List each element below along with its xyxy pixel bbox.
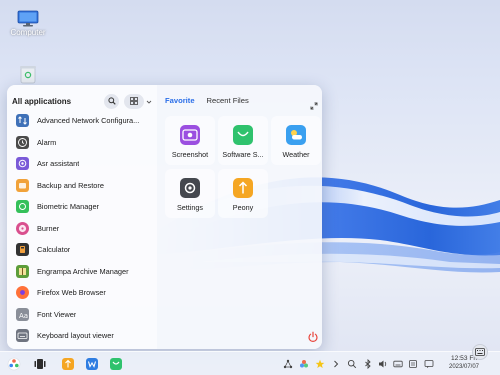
app-list-item-label: Burner <box>37 223 60 233</box>
start-button[interactable] <box>6 356 22 372</box>
clipboard-tray-icon[interactable] <box>408 359 418 369</box>
app-list-item-label: Keyboard layout viewer <box>37 331 114 340</box>
favorite-tile-label: Screenshot <box>171 150 209 159</box>
favorite-tile-label: Peony <box>232 203 254 212</box>
wps-taskbar-button[interactable] <box>84 356 100 372</box>
archive-icon <box>16 264 29 278</box>
asr-icon <box>16 157 29 170</box>
app-list-item[interactable]: Aa Font Viewer <box>11 305 153 324</box>
app-list-item[interactable]: Firefox Web Browser <box>11 283 153 302</box>
app-list-item[interactable]: Alarm <box>11 133 153 152</box>
software-store-icon <box>233 125 253 145</box>
app-list-item[interactable]: Advanced Network Configura... <box>11 111 153 130</box>
volume-tray-icon[interactable] <box>378 359 388 369</box>
screenshot-icon <box>180 125 200 145</box>
notification-tray-icon[interactable] <box>424 359 434 369</box>
app-list-item-label: Alarm <box>37 137 57 147</box>
settings-icon <box>180 178 200 198</box>
virtual-keyboard-button[interactable] <box>472 344 488 360</box>
app-list-item[interactable]: Burner <box>11 219 153 238</box>
chevron-down-icon[interactable] <box>146 92 152 110</box>
firefox-icon <box>16 286 29 299</box>
power-button[interactable] <box>307 330 319 342</box>
trash-icon <box>19 64 37 84</box>
color-tray-icon[interactable] <box>299 359 309 369</box>
alarm-icon <box>16 135 29 149</box>
tab-recent-files[interactable]: Recent Files <box>207 96 249 105</box>
app-list-item[interactable]: Asr assistant <box>11 154 153 173</box>
wps-icon <box>86 358 98 370</box>
burner-icon <box>16 221 29 235</box>
favorite-tile[interactable]: Software S... <box>218 116 268 165</box>
software-store-icon <box>110 358 122 370</box>
app-list-item-label: Backup and Restore <box>37 180 104 190</box>
computer-icon <box>17 10 39 27</box>
start-menu: All applications Advanced Network Config… <box>7 85 322 349</box>
app-list-item[interactable]: Engrampa Archive Manager <box>11 262 153 281</box>
app-list-item[interactable]: Keyboard layout viewer <box>11 326 153 345</box>
app-list-item-label: Firefox Web Browser <box>37 288 106 297</box>
expand-icon[interactable] <box>310 97 318 115</box>
app-list-panel: All applications Advanced Network Config… <box>7 85 157 349</box>
weather-icon <box>286 125 306 145</box>
desktop-icon-trash[interactable] <box>0 64 56 84</box>
font-icon: Aa <box>16 307 29 321</box>
keyboard-tray-icon[interactable] <box>393 359 403 369</box>
svg-text:Aa: Aa <box>19 312 28 320</box>
grid-icon <box>130 97 138 105</box>
app-list-item-label: Font Viewer <box>37 309 77 319</box>
app-list-item[interactable]: Biometric Manager <box>11 197 153 216</box>
software-store-taskbar-button[interactable] <box>108 356 124 372</box>
favorite-tile[interactable]: Settings <box>165 169 215 218</box>
chevron-right-icon[interactable] <box>331 359 341 369</box>
search-tray-icon[interactable] <box>347 359 357 369</box>
favorite-tile[interactable]: Peony <box>218 169 268 218</box>
app-list-header: All applications <box>12 93 152 109</box>
app-list-item[interactable]: Calculator <box>11 240 153 259</box>
peony-icon <box>62 358 74 370</box>
multitask-icon <box>34 359 46 369</box>
keyboard-icon <box>475 348 485 356</box>
app-list-item-label: Asr assistant <box>37 159 80 168</box>
peony-icon <box>233 178 253 198</box>
search-icon <box>107 97 116 105</box>
app-list-item[interactable]: Backup and Restore <box>11 176 153 195</box>
search-button[interactable] <box>104 93 119 109</box>
view-mode-button[interactable] <box>124 93 144 109</box>
star-tray-icon[interactable] <box>315 359 325 369</box>
calculator-icon <box>16 243 29 256</box>
desktop-icon-computer[interactable]: Computer <box>0 10 56 37</box>
favorite-tile-label: Weather <box>282 150 310 159</box>
favorite-tile-label: Software S... <box>222 150 264 159</box>
app-list-item-label: Engrampa Archive Manager <box>37 266 129 276</box>
favorites-tabs: Favorite Recent Files <box>165 96 261 105</box>
backup-icon <box>16 178 29 192</box>
keyboard-icon <box>16 329 29 342</box>
favorite-tile[interactable]: Weather <box>271 116 321 165</box>
favorite-tile-label: Settings <box>177 203 203 212</box>
biometric-icon <box>16 200 29 213</box>
app-list-item-label: Calculator <box>37 245 71 254</box>
favorites-panel: Favorite Recent Files Screenshot Software… <box>157 85 322 349</box>
all-applications-title: All applications <box>12 96 72 106</box>
tab-favorite[interactable]: Favorite <box>165 96 195 105</box>
clock-date: 2023/07/07 <box>448 364 480 370</box>
power-icon <box>308 331 318 342</box>
multitask-view-button[interactable] <box>32 356 48 372</box>
bluetooth-tray-icon[interactable] <box>363 359 373 369</box>
network-tray-icon[interactable] <box>283 359 293 369</box>
app-list-item-label: Advanced Network Configura... <box>37 116 140 125</box>
favorite-tile[interactable]: Screenshot <box>165 116 215 165</box>
start-icon <box>7 357 21 371</box>
peony-taskbar-button[interactable] <box>60 356 76 372</box>
app-list-item-label: Biometric Manager <box>37 202 100 211</box>
taskbar: 12:53 Fri 2023/07/07 <box>0 351 500 375</box>
desktop-icon-label: Computer <box>10 28 46 37</box>
network-icon <box>16 114 29 127</box>
